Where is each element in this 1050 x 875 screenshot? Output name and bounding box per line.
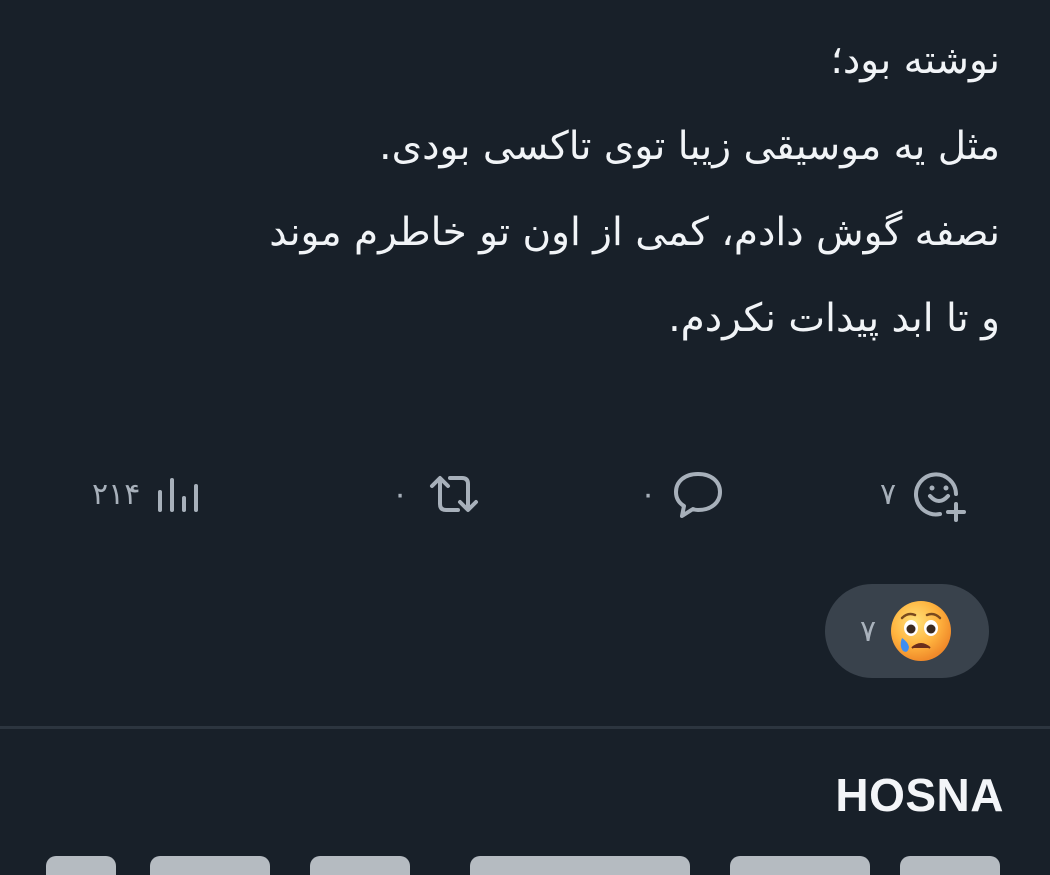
- post-divider: [0, 726, 1050, 729]
- reaction-chip-count: ۷: [859, 613, 877, 649]
- reply-button[interactable]: ۰: [640, 462, 726, 526]
- post-line: و تا ابد پیدات نکردم.: [668, 296, 1000, 341]
- reaction-chip[interactable]: ۷: [825, 584, 989, 678]
- reply-bubble-icon: [674, 472, 723, 518]
- add-reaction-button[interactable]: ۷: [880, 462, 970, 526]
- share-button[interactable]: [0, 462, 6, 526]
- sad-tear-face-icon: [891, 601, 952, 661]
- share-icon: [0, 472, 6, 516]
- views-button[interactable]: ۲۱۴: [92, 462, 204, 526]
- reposts-count: ۰: [392, 476, 409, 512]
- next-post-author-name[interactable]: HOSNA: [835, 768, 1004, 822]
- post-line: نصفه گوش دادم، کمی از اون تو خاطرم موند: [269, 210, 1000, 255]
- post-action-bar: ۲۱۴ ۰ ۰ ۷: [0, 462, 1050, 526]
- views-bar-chart-icon: [158, 478, 199, 512]
- reactions-count: ۷: [880, 476, 897, 512]
- repost-button[interactable]: ۰: [392, 462, 486, 526]
- post-line: نوشته بود؛: [830, 38, 1000, 83]
- views-count: ۲۱۴: [92, 476, 141, 512]
- post-body: نوشته بود؛ مثل یه موسیقی زیبا توی تاکسی …: [40, 18, 1000, 362]
- post-line: مثل یه موسیقی زیبا توی تاکسی بودی.: [379, 124, 1000, 169]
- replies-count: ۰: [640, 476, 657, 512]
- repost-icon: [430, 476, 479, 512]
- next-post-text-clipped: [0, 852, 1050, 875]
- emoji-add-icon: [914, 472, 967, 522]
